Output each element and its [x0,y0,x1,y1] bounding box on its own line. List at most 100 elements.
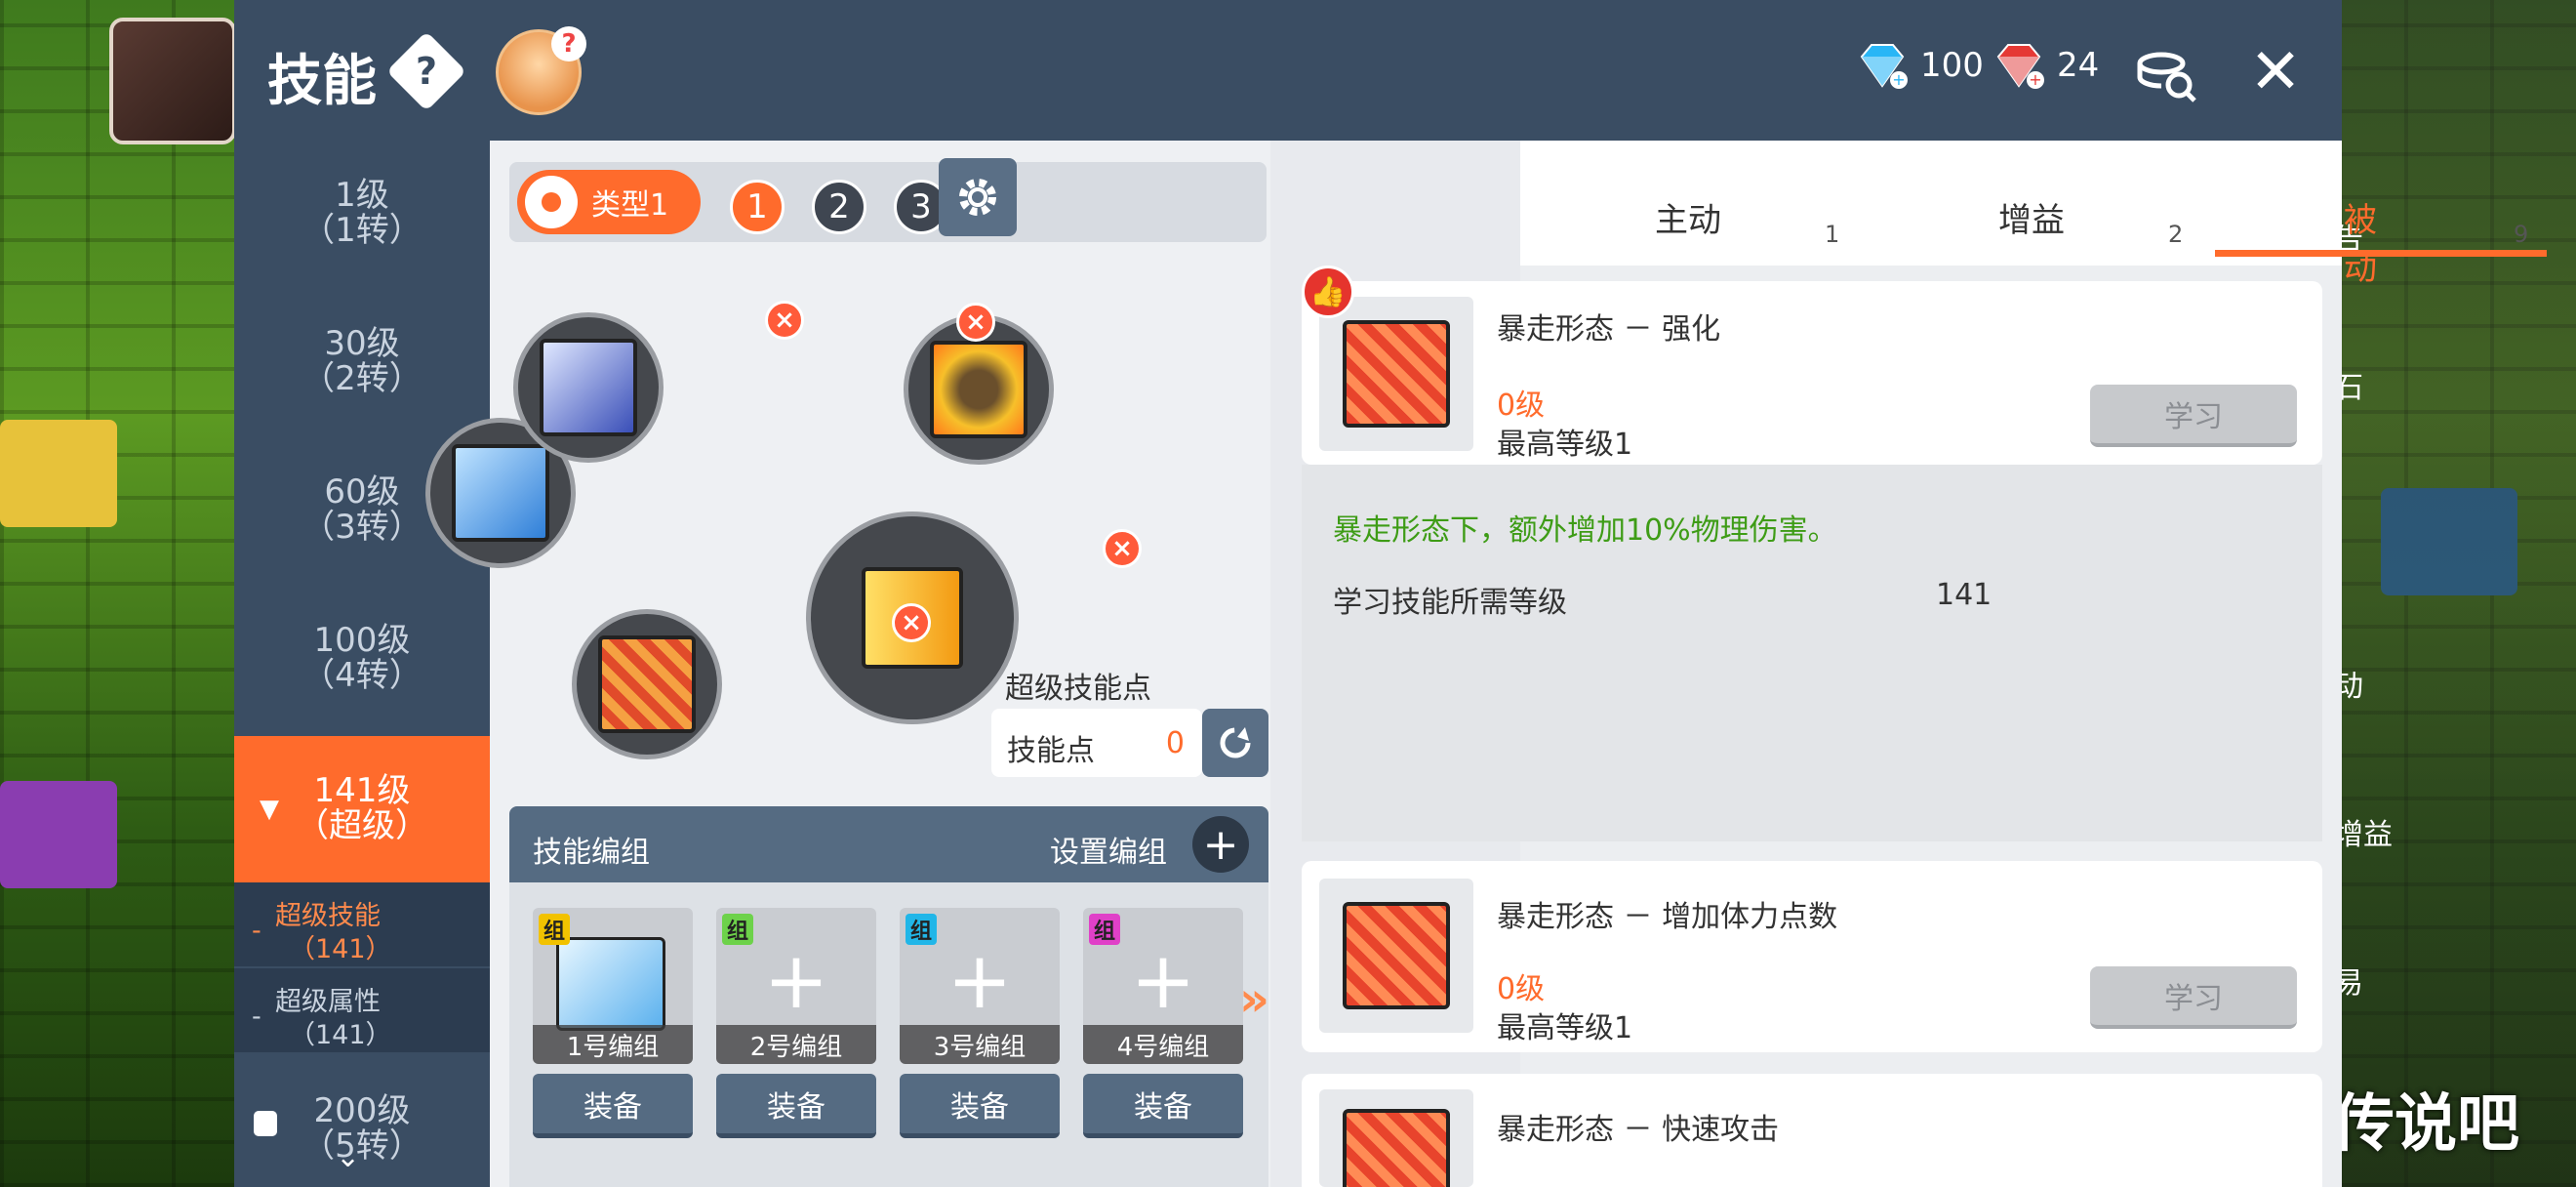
job-label: （4转） [302,656,423,695]
equip-button[interactable]: 装备 [716,1074,876,1138]
orb-skill-icon [930,341,1027,438]
skill-description: 暴走形态下，额外增加10%物理伤害。 [1333,513,1837,548]
skill-dialog: 技能 ? ? + 100 + 24 ✕ 1级 （1转） 30级 （2转） 60级… [234,0,2547,1187]
tab-buff-skills[interactable]: 增益 [1998,193,2065,241]
sub-level: （141） [289,1020,392,1050]
remove-icon[interactable]: × [1103,529,1142,568]
preset-2-button[interactable]: 2 [812,180,866,234]
required-level-value: 141 [1936,578,1992,612]
scroll-down-icon[interactable]: ⌄ [336,1140,360,1174]
close-button[interactable]: ✕ [2236,33,2314,111]
player-avatar [109,18,236,144]
question-badge: ? [551,26,586,61]
tab-count: 2 [2168,221,2184,248]
sidebar-sub-super-skill[interactable]: - 超级技能 （141） [234,882,490,966]
active-tab-underline [2215,250,2547,257]
skill-group-header: 技能编组 设置编组 + [509,806,1268,882]
equip-button[interactable]: 装备 [533,1074,693,1138]
fire-skill-icon [598,635,696,733]
learn-button[interactable]: 学习 [2090,966,2297,1029]
rage-strength-skill-icon [1343,320,1450,428]
sidebar-level-100[interactable]: 100级 （4转） [234,623,490,693]
preset-1-button[interactable]: 1 [730,180,785,234]
skill-name: 暴走形态 － 强化 [1497,312,1721,347]
blue-gem-currency[interactable]: + 100 [1854,41,1984,90]
remove-icon[interactable]: × [956,303,995,342]
job-label: （2转） [302,359,423,398]
tab-active-skills[interactable]: 主动 [1655,193,1721,241]
type-toggle-button[interactable]: 类型1 [517,170,701,234]
super-points-box: 技能点 0 [991,709,1202,777]
skill-item[interactable]: 暴走形态 － 快速攻击 [1302,1074,2322,1187]
skill-group-panel: 技能编组 设置编组 + 组 1号编组 组 + 2号编组 组 + 3号编组 组 +… [509,806,1268,1187]
reset-points-button[interactable] [1202,709,1268,777]
required-level-label: 学习技能所需等级 [1333,586,1567,620]
skill-icon-frame [1319,1089,1473,1187]
level-label: 1级 [335,176,389,215]
red-gem-count: 24 [2057,46,2100,85]
sidebar-sub-super-attribute[interactable]: - 超级属性 （141） [234,968,490,1052]
add-group-button[interactable]: + [1192,816,1249,873]
super-points-title: 超级技能点 [1005,672,1151,706]
sub-level: （141） [289,934,392,964]
rage-speed-skill-icon [1343,1109,1450,1187]
remove-icon[interactable]: × [765,301,804,340]
skill-slot[interactable] [572,609,722,759]
rage-hp-skill-icon [1343,902,1450,1009]
level-sidebar: 1级 （1转） 30级 （2转） 60级 （3转） 100级 （4转） ▼ 14… [234,141,490,1187]
super-points-label: 技能点 [1007,734,1095,768]
sidebar-level-30[interactable]: 30级 （2转） [234,326,490,396]
tab-count: 1 [1825,221,1840,248]
radio-icon [525,176,578,228]
setup-group-label: 设置编组 [1050,836,1167,870]
skill-slot[interactable] [513,312,664,463]
panther-skill-icon [540,339,637,436]
group-caption: 4号编组 [1083,1025,1243,1064]
dash-icon: - [252,1002,262,1032]
tab-passive-skills[interactable]: 被动 [2344,193,2377,289]
group-tag-icon: 组 [539,914,570,945]
remove-icon[interactable]: × [892,603,931,642]
side-menu-item[interactable]: 增益 [2334,810,2393,853]
group-caption: 1号编组 [533,1025,693,1064]
skill-icon-frame [1319,879,1473,1033]
help-icon[interactable]: ? [385,30,467,112]
skill-name: 暴走形态 － 快速攻击 [1497,1113,1780,1147]
panther-skill-icon [452,444,549,542]
help-symbol: ? [415,50,438,93]
reset-icon [1220,727,1251,758]
group-skill-icon [556,937,665,1031]
sidebar-level-141[interactable]: ▼ 141级 （超级） [234,736,490,882]
coin-search-button[interactable] [2127,33,2205,111]
sidebar-level-1[interactable]: 1级 （1转） [234,178,490,248]
red-gem-currency[interactable]: + 24 [1991,41,2099,90]
level-label: 30级 [324,324,400,363]
group-card-3[interactable]: 组 + 3号编组 [900,908,1060,1064]
skill-item[interactable]: 暴走形态 － 增加体力点数 0级 最高等级1 学习 [1302,861,2322,1052]
group-card-4[interactable]: 组 + 4号编组 [1083,908,1243,1064]
dash-icon: - [252,916,262,946]
skill-max-level: 最高等级1 [1497,428,1633,462]
lock-icon [254,1111,277,1136]
equip-button[interactable]: 装备 [1083,1074,1243,1138]
skill-level: 0级 [1497,972,1546,1006]
group-card-1[interactable]: 组 1号编组 [533,908,693,1064]
preset-bar: 类型1 1 2 3 [509,162,1267,242]
guide-character-icon[interactable]: ? [496,26,586,115]
expanded-arrow-icon: ▼ [260,795,279,824]
bg-block [0,781,117,888]
skill-name: 暴走形态 － 增加体力点数 [1497,900,1838,934]
equip-button[interactable]: 装备 [900,1074,1060,1138]
gear-icon [959,179,996,216]
learn-button[interactable]: 学习 [2090,385,2297,447]
bg-block [0,420,117,527]
settings-button[interactable] [939,158,1017,236]
next-page-arrow-icon[interactable]: » [1239,972,1269,1027]
group-card-2[interactable]: 组 + 2号编组 [716,908,876,1064]
add-skill-icon: + [1130,935,1196,1026]
red-gem-icon: + [1991,41,2047,90]
page-title: 技能 [267,50,377,113]
super-points-value: 0 [1165,726,1185,760]
skill-item[interactable]: 暴走形态 － 强化 0级 最高等级1 学习 [1302,281,2322,465]
add-skill-icon: + [946,935,1013,1026]
